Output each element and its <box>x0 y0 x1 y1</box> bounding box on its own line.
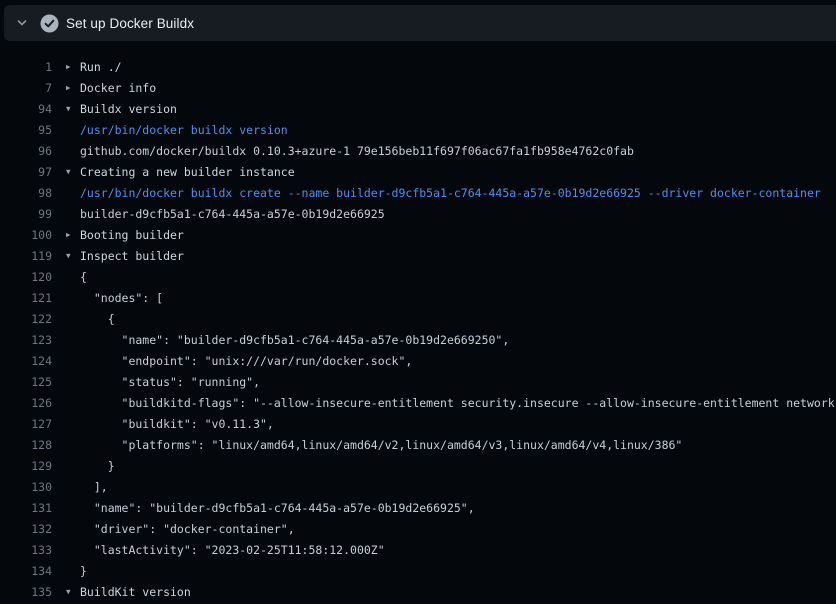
line-number[interactable]: 97 <box>0 165 52 179</box>
line-number[interactable]: 94 <box>0 102 52 116</box>
line-number[interactable]: 122 <box>0 312 52 326</box>
line-number[interactable]: 124 <box>0 354 52 368</box>
line-number[interactable]: 128 <box>0 438 52 452</box>
log-text: "nodes": [ <box>80 291 163 305</box>
caret-down-icon[interactable]: ▼ <box>66 251 80 260</box>
caret-right-icon[interactable]: ▶ <box>66 230 80 239</box>
caret-down-icon[interactable]: ▼ <box>66 104 80 113</box>
log-text: { <box>80 312 115 326</box>
log-line: 132 "driver": "docker-container", <box>0 518 836 539</box>
log-line: 7 ▶ Docker info <box>0 77 836 98</box>
line-number[interactable]: 132 <box>0 522 52 536</box>
line-number[interactable]: 96 <box>0 144 52 158</box>
log-line: 135 ▼ BuildKit version <box>0 581 836 602</box>
log-line: 128 "platforms": "linux/amd64,linux/amd6… <box>0 434 836 455</box>
line-number[interactable]: 120 <box>0 270 52 284</box>
line-number[interactable]: 95 <box>0 123 52 137</box>
log-text: "name": "builder-d9cfb5a1-c764-445a-a57e… <box>80 333 509 347</box>
log-line: 131 "name": "builder-d9cfb5a1-c764-445a-… <box>0 497 836 518</box>
log-line: 120 { <box>0 266 836 287</box>
line-number[interactable]: 98 <box>0 186 52 200</box>
log-text: /usr/bin/docker buildx version <box>80 123 288 137</box>
log-line: 130 ], <box>0 476 836 497</box>
log-line: 1 ▶ Run ./ <box>0 56 836 77</box>
log-line: 98 /usr/bin/docker buildx create --name … <box>0 182 836 203</box>
log-text[interactable]: Creating a new builder instance <box>80 165 295 179</box>
line-number[interactable]: 127 <box>0 417 52 431</box>
log-text: /usr/bin/docker buildx create --name bui… <box>80 186 821 200</box>
log-text[interactable]: Inspect builder <box>80 249 184 263</box>
log-line: 123 "name": "builder-d9cfb5a1-c764-445a-… <box>0 329 836 350</box>
log-lines: 1 ▶ Run ./ 7 ▶ Docker info 94 ▼ Buildx v… <box>0 41 836 604</box>
line-number[interactable]: 126 <box>0 396 52 410</box>
log-line: 100 ▶ Booting builder <box>0 224 836 245</box>
log-line: 122 { <box>0 308 836 329</box>
log-line: 124 "endpoint": "unix:///var/run/docker.… <box>0 350 836 371</box>
log-text: } <box>80 459 115 473</box>
log-text: "buildkit": "v0.11.3", <box>80 417 274 431</box>
caret-right-icon[interactable]: ▶ <box>66 62 80 71</box>
log-text: } <box>80 564 87 578</box>
log-line: 99 builder-d9cfb5a1-c764-445a-a57e-0b19d… <box>0 203 836 224</box>
log-text: "buildkitd-flags": "--allow-insecure-ent… <box>80 396 836 410</box>
chevron-down-icon[interactable] <box>4 17 40 29</box>
check-circle-icon <box>40 14 66 33</box>
line-number[interactable]: 119 <box>0 249 52 263</box>
log-text: builder-d9cfb5a1-c764-445a-a57e-0b19d2e6… <box>80 207 385 221</box>
log-line: 96 github.com/docker/buildx 0.10.3+azure… <box>0 140 836 161</box>
line-number[interactable]: 99 <box>0 207 52 221</box>
log-line: 127 "buildkit": "v0.11.3", <box>0 413 836 434</box>
log-line: 134 } <box>0 560 836 581</box>
log-line: 95 /usr/bin/docker buildx version <box>0 119 836 140</box>
log-line: 119 ▼ Inspect builder <box>0 245 836 266</box>
log-text: github.com/docker/buildx 0.10.3+azure-1 … <box>80 144 634 158</box>
caret-down-icon[interactable]: ▼ <box>66 587 80 596</box>
line-number[interactable]: 133 <box>0 543 52 557</box>
line-number[interactable]: 135 <box>0 585 52 599</box>
line-number[interactable]: 100 <box>0 228 52 242</box>
line-number[interactable]: 1 <box>0 60 52 74</box>
log-text: "name": "builder-d9cfb5a1-c764-445a-a57e… <box>80 501 475 515</box>
line-number[interactable]: 130 <box>0 480 52 494</box>
log-text[interactable]: Run ./ <box>80 60 122 74</box>
log-text: "lastActivity": "2023-02-25T11:58:12.000… <box>80 543 385 557</box>
log-line: 121 "nodes": [ <box>0 287 836 308</box>
log-text: "platforms": "linux/amd64,linux/amd64/v2… <box>80 438 682 452</box>
line-number[interactable]: 121 <box>0 291 52 305</box>
log-text[interactable]: Docker info <box>80 81 156 95</box>
log-line: 133 "lastActivity": "2023-02-25T11:58:12… <box>0 539 836 560</box>
line-number[interactable]: 123 <box>0 333 52 347</box>
log-text[interactable]: Booting builder <box>80 228 184 242</box>
line-number[interactable]: 134 <box>0 564 52 578</box>
line-number[interactable]: 7 <box>0 81 52 95</box>
caret-down-icon[interactable]: ▼ <box>66 167 80 176</box>
step-header[interactable]: Set up Docker Buildx <box>4 5 836 41</box>
log-text[interactable]: BuildKit version <box>80 585 191 599</box>
log-text: "endpoint": "unix:///var/run/docker.sock… <box>80 354 412 368</box>
log-text[interactable]: Buildx version <box>80 102 177 116</box>
line-number[interactable]: 131 <box>0 501 52 515</box>
line-number[interactable]: 129 <box>0 459 52 473</box>
log-line: 97 ▼ Creating a new builder instance <box>0 161 836 182</box>
log-text: "driver": "docker-container", <box>80 522 295 536</box>
log-line: 126 "buildkitd-flags": "--allow-insecure… <box>0 392 836 413</box>
log-text: { <box>80 270 87 284</box>
caret-right-icon[interactable]: ▶ <box>66 83 80 92</box>
log-line: 125 "status": "running", <box>0 371 836 392</box>
log-line: 94 ▼ Buildx version <box>0 98 836 119</box>
log-line: 129 } <box>0 455 836 476</box>
log-text: ], <box>80 480 108 494</box>
log-text: "status": "running", <box>80 375 260 389</box>
line-number[interactable]: 125 <box>0 375 52 389</box>
step-title: Set up Docker Buildx <box>66 16 194 31</box>
